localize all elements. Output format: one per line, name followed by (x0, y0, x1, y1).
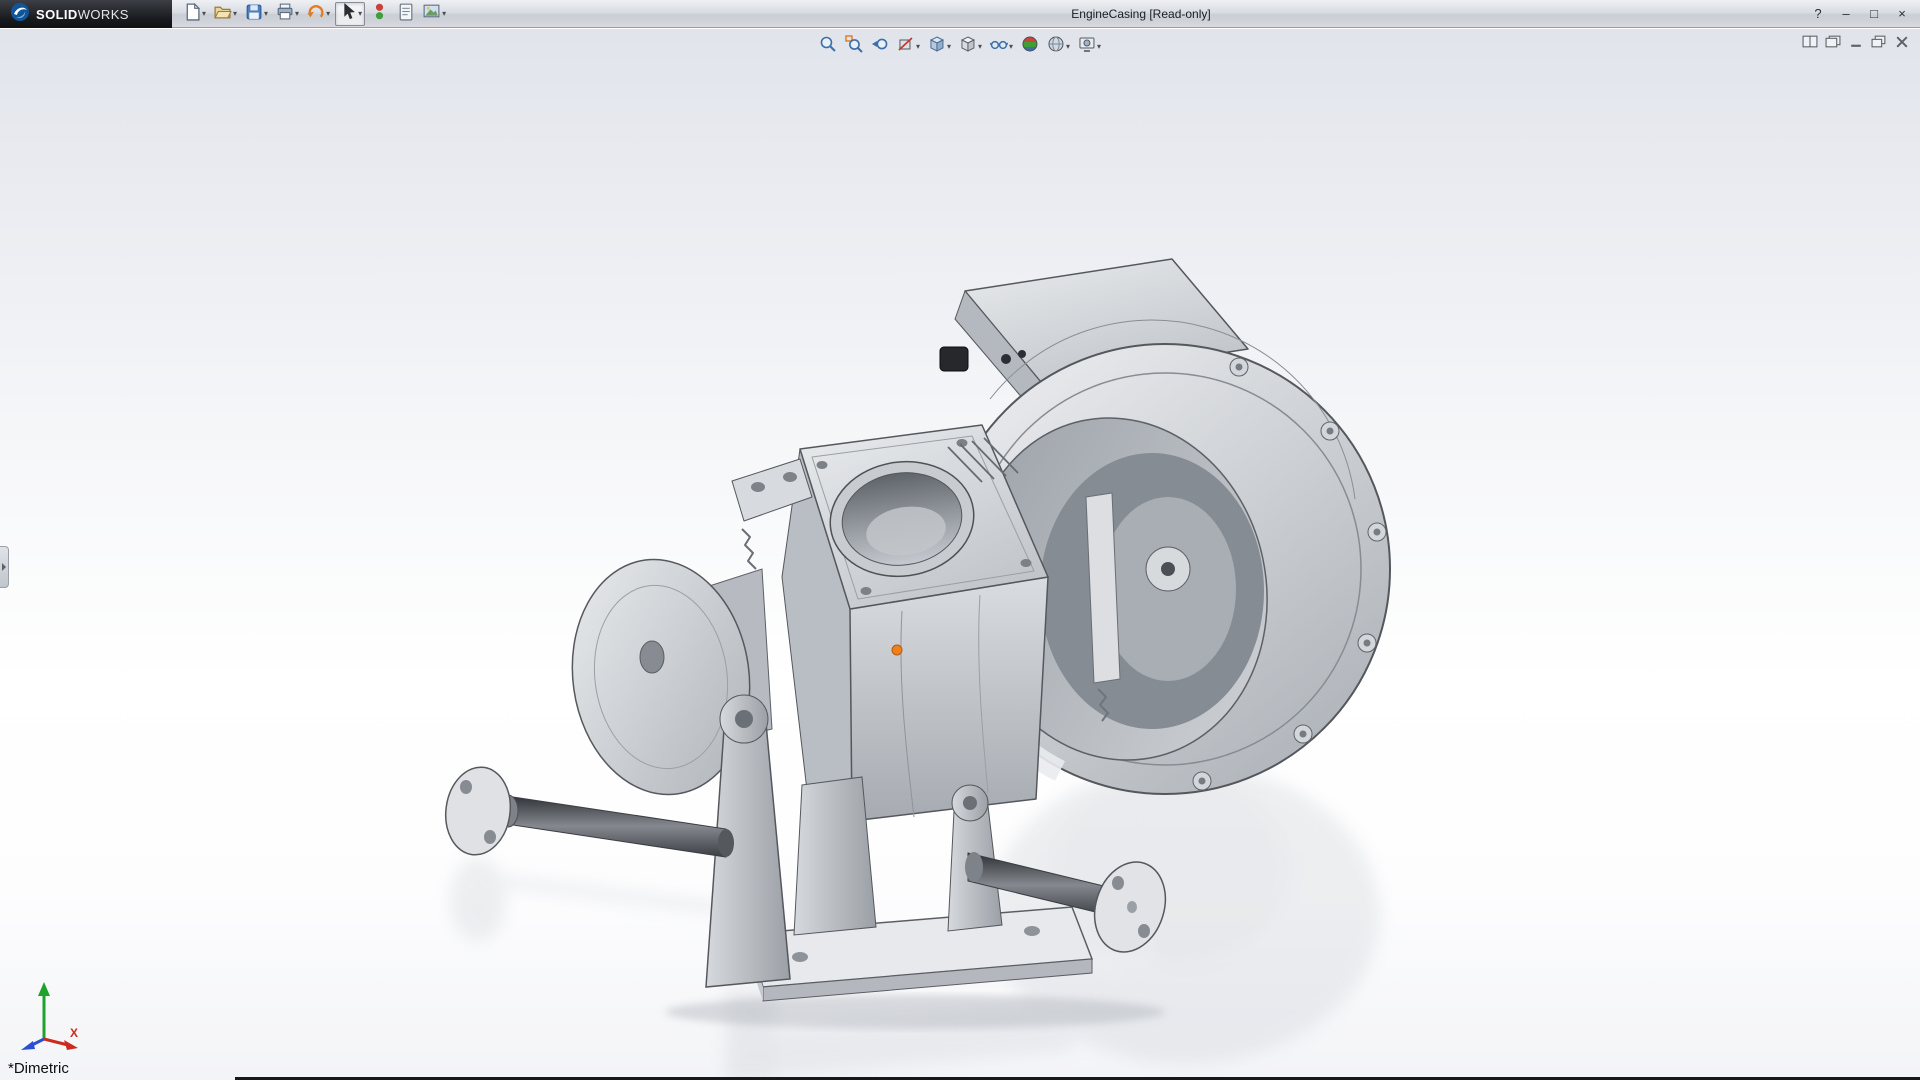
featuremanager-collapsed-tab[interactable] (0, 546, 9, 588)
previous-view-button[interactable] (869, 34, 891, 59)
triad-x-arrow (64, 1040, 78, 1050)
zoom-to-area-icon (845, 35, 863, 58)
rebuild-stoplight-icon (370, 2, 389, 26)
dropdown-caret-icon[interactable]: ▾ (1097, 42, 1101, 51)
view-settings-icon (1078, 35, 1096, 58)
new-document-button[interactable]: ▾ (180, 2, 208, 26)
scene-globe-icon (1047, 35, 1065, 58)
zoom-to-fit-button[interactable] (817, 34, 839, 59)
dropdown-caret-icon[interactable]: ▾ (358, 10, 362, 18)
rebuild-button[interactable] (368, 2, 391, 26)
tile-vertical-button[interactable] (1802, 35, 1818, 53)
dropdown-caret-icon[interactable]: ▾ (1066, 42, 1070, 51)
section-view-icon (897, 35, 915, 58)
dropdown-caret-icon[interactable]: ▾ (326, 10, 330, 18)
hide-show-glasses-icon (989, 35, 1009, 58)
triad-z-arrow (21, 1041, 35, 1050)
new-document-icon (182, 2, 201, 26)
model-shadow (665, 995, 1165, 1029)
file-properties-button[interactable] (394, 2, 417, 26)
triad-x-label: X (70, 1026, 78, 1040)
options-image-icon (422, 2, 441, 26)
printer-icon (275, 2, 294, 26)
main-toolbar: ▾ ▾ ▾ ▾ ▾ ▾ ▾ (180, 2, 448, 26)
window-controls: ? – □ × (1808, 0, 1912, 28)
heads-up-view-toolbar: ▾ ▾ ▾ ▾ ▾ ▾ (817, 34, 1103, 59)
cascade-windows-icon (1825, 35, 1841, 53)
open-folder-icon (213, 2, 232, 26)
dropdown-caret-icon[interactable]: ▾ (978, 42, 982, 51)
graphics-area[interactable]: ▾ ▾ ▾ ▾ ▾ ▾ X *Dimetric (0, 29, 1920, 1080)
document-restore-button[interactable] (1871, 35, 1887, 53)
zoom-to-area-button[interactable] (843, 34, 865, 59)
zoom-to-fit-icon (819, 35, 837, 58)
dropdown-caret-icon[interactable]: ▾ (442, 10, 446, 18)
dropdown-caret-icon[interactable]: ▾ (264, 10, 268, 18)
view-settings-button[interactable]: ▾ (1076, 34, 1103, 59)
dropdown-caret-icon[interactable]: ▾ (295, 10, 299, 18)
options-button[interactable]: ▾ (420, 2, 448, 26)
save-floppy-icon (244, 2, 263, 26)
dropdown-caret-icon[interactable]: ▾ (947, 42, 951, 51)
triad-x-axis (43, 1037, 69, 1047)
document-minimize-button[interactable] (1848, 35, 1864, 53)
brand-text: SOLIDWORKS (36, 6, 129, 22)
view-orientation-cube-icon (928, 35, 946, 58)
print-button[interactable]: ▾ (273, 2, 301, 26)
document-window-controls (1802, 35, 1910, 53)
solidworks-brand: SOLIDWORKS (0, 0, 172, 28)
edit-appearance-button[interactable] (1019, 34, 1041, 59)
view-orientation-button[interactable]: ▾ (926, 34, 953, 59)
file-properties-icon (396, 2, 415, 26)
restore-icon (1871, 35, 1887, 53)
cascade-button[interactable] (1825, 35, 1841, 53)
dropdown-caret-icon[interactable]: ▾ (1009, 42, 1013, 51)
hide-show-items-button[interactable]: ▾ (988, 34, 1015, 59)
previous-view-icon (871, 35, 889, 58)
undo-arrow-icon (306, 2, 325, 26)
dassault-3ds-logo-icon (10, 2, 30, 27)
restore-button[interactable]: □ (1864, 0, 1884, 28)
close-button[interactable]: × (1892, 0, 1912, 28)
select-cursor-icon (338, 2, 357, 26)
reference-triad[interactable]: X (14, 979, 84, 1058)
document-title: EngineCasing [Read-only] (1071, 7, 1211, 21)
crankcase-block[interactable] (731, 424, 1049, 822)
apply-scene-button[interactable]: ▾ (1045, 34, 1072, 59)
view-orientation-label: *Dimetric (8, 1060, 69, 1077)
display-style-button[interactable]: ▾ (957, 34, 984, 59)
origin-marker (891, 644, 903, 656)
select-tool-button[interactable]: ▾ (335, 2, 366, 26)
engine-casing-model (444, 258, 1391, 1080)
minimize-button[interactable]: – (1836, 0, 1856, 28)
open-button[interactable]: ▾ (211, 2, 239, 26)
dropdown-caret-icon[interactable]: ▾ (202, 10, 206, 18)
document-close-button[interactable] (1894, 35, 1910, 53)
help-button[interactable]: ? (1808, 0, 1828, 28)
dropdown-caret-icon[interactable]: ▾ (233, 10, 237, 18)
minimize-icon (1848, 35, 1864, 53)
section-view-button[interactable]: ▾ (895, 34, 922, 59)
tile-vertical-icon (1802, 35, 1818, 53)
triad-y-arrow (38, 982, 50, 996)
appearance-ball-icon (1021, 35, 1039, 58)
save-button[interactable]: ▾ (242, 2, 270, 26)
dropdown-caret-icon[interactable]: ▾ (916, 42, 920, 51)
title-bar: SOLIDWORKS ▾ ▾ ▾ ▾ ▾ ▾ ▾ EngineCasing [R… (0, 0, 1920, 28)
close-icon (1894, 35, 1910, 53)
undo-button[interactable]: ▾ (304, 2, 332, 26)
display-style-cube-icon (959, 35, 977, 58)
